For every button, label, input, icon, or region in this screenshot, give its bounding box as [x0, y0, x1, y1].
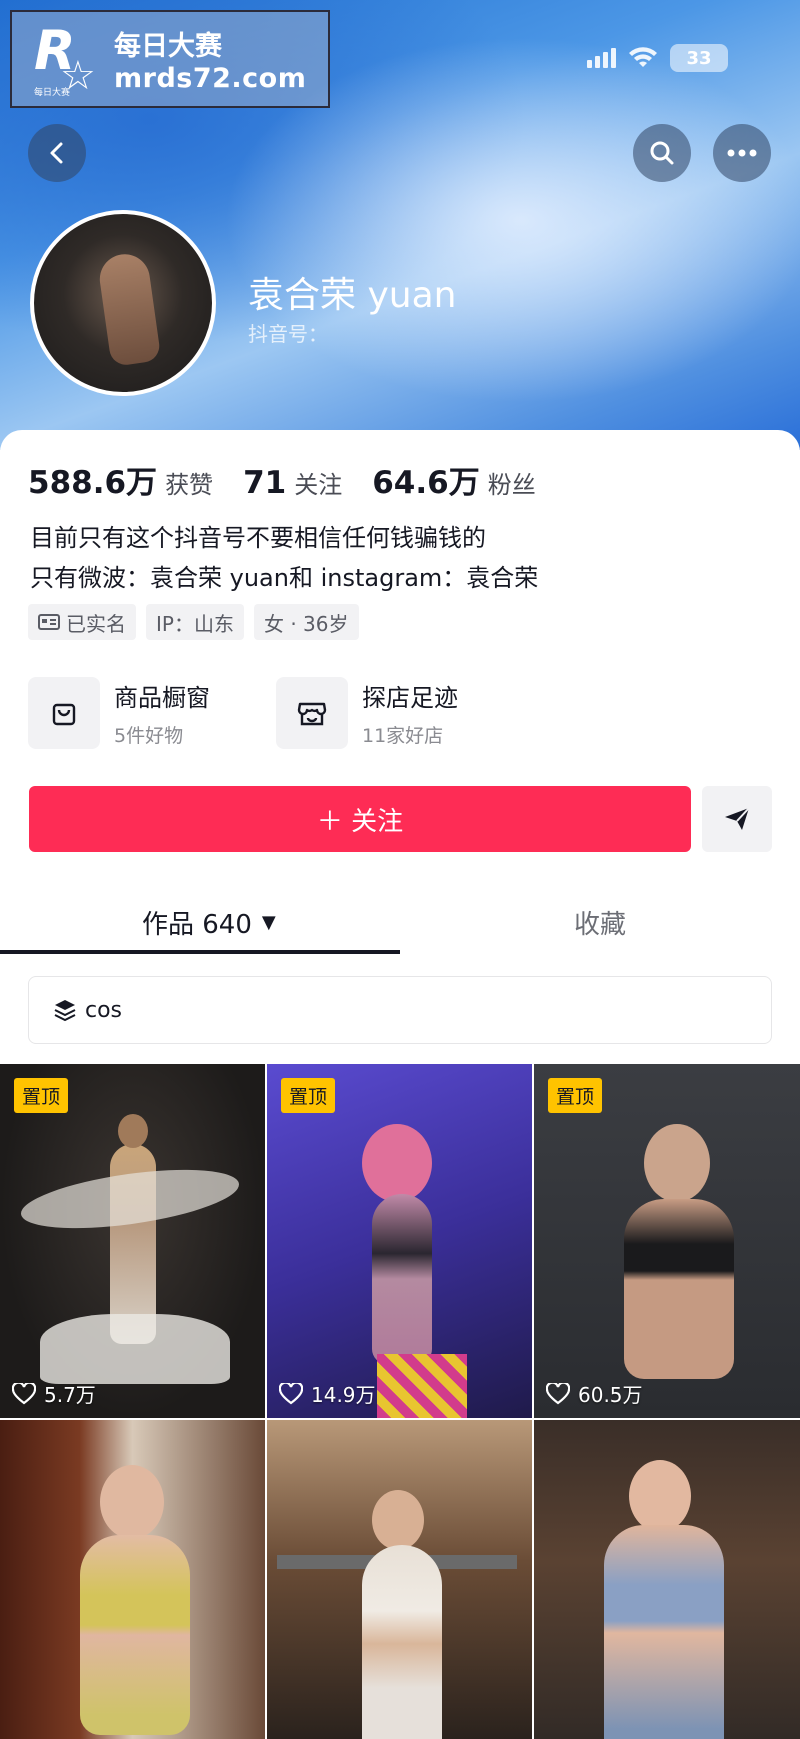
- stat-label: 获赞: [165, 471, 214, 499]
- collection-label: cos: [85, 997, 123, 1023]
- profile-nickname: 袁合荣 yuan: [248, 275, 457, 316]
- bio-line: 只有微波：袁合荣 yuan和 instagram：袁合荣: [30, 564, 539, 592]
- shop-window-entry[interactable]: 商品橱窗 5件好物: [28, 677, 250, 749]
- shortcut-title: 探店足迹: [362, 684, 458, 712]
- like-count: 5.7万: [12, 1379, 96, 1408]
- like-count-label: 14.9万: [311, 1383, 376, 1407]
- video-thumbnail[interactable]: [0, 1420, 265, 1739]
- caret-down-icon: ▼: [261, 911, 276, 933]
- pinned-badge: 置顶: [14, 1078, 69, 1113]
- stat-value: 64.6万: [372, 465, 480, 501]
- stat-value: 71: [243, 465, 287, 501]
- follow-button[interactable]: ＋ 关注: [29, 786, 691, 852]
- avatar[interactable]: [30, 210, 216, 396]
- watermark-url: mrds72.com: [114, 63, 307, 94]
- ip-tag: IP：山东: [146, 604, 244, 640]
- video-thumbnail[interactable]: [267, 1420, 532, 1739]
- shortcut-subtitle: 5件好物: [114, 725, 184, 747]
- signal-icon: [587, 48, 616, 68]
- video-thumbnail[interactable]: 置顶 5.7万: [0, 1064, 265, 1418]
- profile-tags: 已实名 IP：山东 女 · 36岁: [28, 604, 359, 640]
- watermark-logo-small: 每日大赛: [34, 88, 71, 98]
- store-visits-entry[interactable]: 探店足迹 11家好店: [276, 677, 498, 749]
- pinned-badge: 置顶: [548, 1078, 603, 1113]
- watermark-logo: R ☆ 每日大赛: [30, 19, 102, 99]
- pinned-badge: 置顶: [281, 1078, 336, 1113]
- collection-filter[interactable]: cos: [28, 976, 772, 1044]
- tab-label: 收藏: [574, 909, 627, 940]
- stat-following[interactable]: 71 关注: [243, 465, 342, 501]
- shortcut-title: 商品橱窗: [114, 684, 210, 712]
- stat-label: 关注: [294, 471, 343, 499]
- stat-label: 粉丝: [487, 471, 536, 499]
- tab-favorites[interactable]: 收藏: [574, 890, 626, 954]
- like-count: 60.5万: [546, 1379, 643, 1408]
- share-button[interactable]: [702, 786, 772, 852]
- status-bar: 33: [587, 44, 728, 72]
- douyin-id: 抖音号：: [248, 322, 328, 346]
- video-grid: 置顶 5.7万 置顶 14.9万 置顶 60.5万: [0, 1064, 800, 1739]
- search-icon: [650, 141, 674, 165]
- search-button[interactable]: [633, 124, 691, 182]
- active-tab-indicator: [0, 950, 400, 954]
- back-button[interactable]: [28, 124, 86, 182]
- wifi-icon: [629, 47, 657, 67]
- tag-label: 已实名: [66, 611, 126, 636]
- tab-works[interactable]: 作品 640 ▼: [142, 890, 276, 954]
- heart-icon: [12, 1382, 36, 1404]
- tag-label: IP：山东: [156, 611, 234, 636]
- gender-age-tag: 女 · 36岁: [253, 604, 359, 640]
- video-thumbnail[interactable]: 置顶 14.9万: [267, 1064, 532, 1418]
- stat-value: 588.6万: [28, 465, 158, 501]
- profile-shortcuts: 商品橱窗 5件好物 探店足迹 11家好店: [28, 677, 498, 749]
- id-card-icon: [38, 614, 60, 630]
- bio-line: 目前只有这个抖音号不要相信任何钱骗钱的: [30, 524, 486, 552]
- stat-likes[interactable]: 588.6万 获赞: [28, 457, 213, 502]
- profile-bio: 目前只有这个抖音号不要相信任何钱骗钱的 只有微波：袁合荣 yuan和 insta…: [30, 518, 538, 598]
- video-thumbnail[interactable]: [534, 1420, 800, 1739]
- tab-label: 作品 640: [142, 909, 252, 940]
- layers-icon: [54, 1000, 76, 1022]
- chevron-left-icon: [50, 142, 63, 164]
- like-count-label: 5.7万: [44, 1383, 96, 1407]
- stat-followers[interactable]: 64.6万 粉丝: [372, 457, 536, 502]
- video-thumbnail[interactable]: 置顶 60.5万: [534, 1064, 800, 1418]
- more-dots-icon: [727, 149, 757, 157]
- watermark-brand: 每日大赛: [114, 31, 222, 62]
- send-icon: [725, 807, 750, 830]
- heart-icon: [279, 1382, 303, 1404]
- heart-icon: [546, 1382, 570, 1404]
- battery-indicator: 33: [670, 44, 728, 72]
- like-count: 14.9万: [279, 1379, 376, 1408]
- more-options-button[interactable]: [713, 124, 771, 182]
- shortcut-subtitle: 11家好店: [362, 725, 444, 747]
- like-count-label: 60.5万: [578, 1383, 643, 1407]
- verified-tag: 已实名: [28, 604, 136, 640]
- store-icon: [276, 677, 348, 749]
- watermark: R ☆ 每日大赛 每日大赛 mrds72.com: [10, 10, 330, 108]
- shopping-bag-icon: [28, 677, 100, 749]
- profile-stats: 588.6万 获赞 71 关注 64.6万 粉丝: [28, 457, 566, 502]
- tag-label: 女 · 36岁: [263, 611, 349, 636]
- content-tabs: 作品 640 ▼ 收藏: [0, 890, 800, 954]
